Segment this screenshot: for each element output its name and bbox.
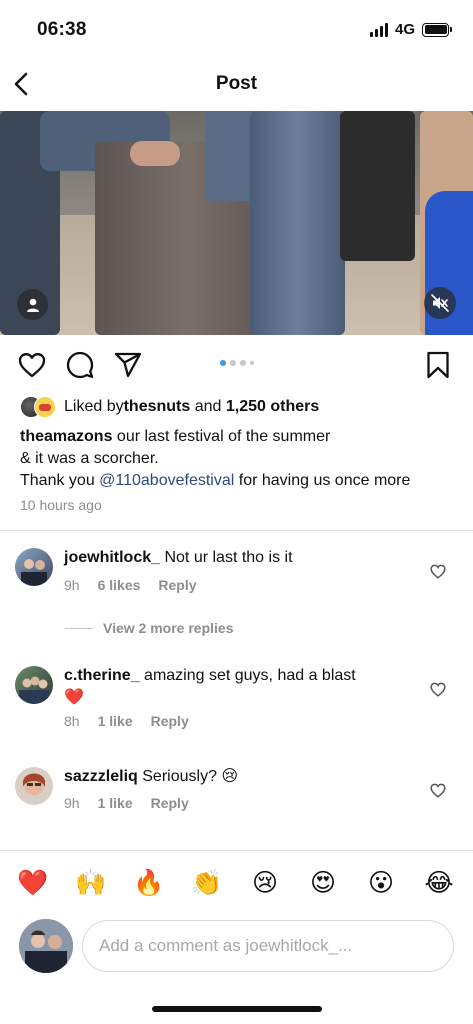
likes-user[interactable]: thesnuts bbox=[124, 398, 191, 416]
caption-line-1: our last festival of the summer bbox=[112, 428, 331, 445]
view-more-replies[interactable]: View 2 more replies bbox=[65, 620, 233, 636]
view-replies-label: View 2 more replies bbox=[103, 620, 234, 636]
comment-like-button[interactable] bbox=[428, 780, 448, 800]
paper-plane-icon bbox=[114, 352, 142, 378]
avatar[interactable] bbox=[15, 666, 53, 704]
heart-icon bbox=[430, 682, 446, 697]
comment-bubble-icon bbox=[66, 351, 94, 379]
comment-time: 9h bbox=[64, 577, 80, 593]
comment-time: 9h bbox=[64, 795, 80, 811]
emoji-heart-eyes-button[interactable]: 😍 bbox=[306, 866, 340, 900]
comment-time: 8h bbox=[64, 713, 80, 729]
header: Post bbox=[0, 62, 473, 106]
caption-author[interactable]: theamazons bbox=[20, 428, 112, 445]
home-indicator bbox=[152, 1006, 322, 1012]
heart-icon bbox=[18, 353, 46, 378]
page-title: Post bbox=[215, 73, 258, 94]
post-actions bbox=[0, 348, 473, 382]
comment-likes[interactable]: 1 like bbox=[98, 713, 133, 729]
emoji-heart-button[interactable]: ❤️ bbox=[16, 866, 50, 900]
likes-prefix: Liked by bbox=[64, 398, 124, 415]
likes-count[interactable]: 1,250 others bbox=[226, 398, 319, 416]
avatar[interactable] bbox=[15, 548, 53, 586]
comment-author[interactable]: c.therine_ bbox=[64, 667, 140, 684]
emoji-laughing-button[interactable]: 😂 bbox=[422, 866, 456, 900]
post-video[interactable] bbox=[0, 111, 473, 335]
caption-line-3-suffix: for having us once more bbox=[234, 472, 411, 489]
carousel-dot bbox=[230, 360, 236, 366]
heart-icon bbox=[430, 564, 446, 579]
comment-author[interactable]: sazzzleliq bbox=[64, 768, 138, 785]
divider bbox=[0, 530, 473, 531]
caption-line-2: & it was a scorcher. bbox=[20, 450, 159, 467]
reply-button[interactable]: Reply bbox=[151, 713, 189, 729]
speaker-muted-icon bbox=[431, 294, 449, 312]
comment-emoji: 😢 bbox=[221, 768, 239, 785]
post-caption: theamazons our last festival of the summ… bbox=[20, 426, 460, 492]
like-button[interactable] bbox=[17, 350, 47, 380]
heart-icon bbox=[430, 783, 446, 798]
emoji-fire-button[interactable]: 🔥 bbox=[132, 866, 166, 900]
comment-text: Seriously? bbox=[137, 768, 222, 785]
carousel-dot bbox=[220, 360, 226, 366]
signal-icon bbox=[369, 22, 388, 37]
mute-button[interactable] bbox=[424, 287, 456, 319]
network-type: 4G bbox=[394, 21, 415, 38]
comment-text: Not ur last tho is it bbox=[160, 549, 293, 566]
post-timestamp: 10 hours ago bbox=[20, 497, 102, 513]
emoji-raised-hands-button[interactable]: 🙌 bbox=[74, 866, 108, 900]
comment-like-button[interactable] bbox=[428, 561, 448, 581]
battery-icon bbox=[422, 22, 452, 37]
emoji-clap-button[interactable]: 👏 bbox=[190, 866, 224, 900]
liker-avatars bbox=[20, 396, 58, 418]
avatar[interactable] bbox=[15, 767, 53, 805]
comment-text: amazing set guys, had a blast bbox=[139, 667, 356, 684]
caption-line-3-prefix: Thank you bbox=[20, 472, 100, 489]
comment-composer bbox=[0, 918, 473, 974]
comment-emoji: ❤️ bbox=[64, 689, 84, 706]
save-button[interactable] bbox=[423, 350, 453, 380]
likes-middle: and bbox=[190, 398, 226, 415]
carousel-dot bbox=[240, 360, 246, 366]
carousel-dot bbox=[250, 361, 254, 365]
status-bar: 06:38 4G bbox=[0, 0, 473, 60]
comment-likes[interactable]: 1 like bbox=[98, 795, 133, 811]
caption-mention-link[interactable]: @110abovefestival bbox=[99, 472, 234, 489]
carousel-dots bbox=[220, 360, 254, 366]
bookmark-icon bbox=[427, 351, 449, 379]
user-icon bbox=[26, 298, 39, 312]
tagged-users-button[interactable] bbox=[17, 289, 48, 320]
status-time: 06:38 bbox=[37, 19, 87, 40]
avatar bbox=[19, 919, 73, 973]
share-button[interactable] bbox=[113, 350, 143, 380]
status-indicators: 4G bbox=[369, 21, 452, 38]
comment-button[interactable] bbox=[65, 350, 95, 380]
emoji-surprised-button[interactable]: 😮 bbox=[364, 866, 398, 900]
reply-button[interactable]: Reply bbox=[151, 795, 189, 811]
comment-like-button[interactable] bbox=[428, 679, 448, 699]
reply-button[interactable]: Reply bbox=[158, 577, 196, 593]
emoji-quick-bar: ❤️ 🙌 🔥 👏 😢 😍 😮 😂 bbox=[0, 866, 473, 900]
comment-author[interactable]: joewhitlock_ bbox=[64, 549, 160, 566]
comment-input[interactable] bbox=[82, 920, 454, 972]
comment-likes[interactable]: 6 likes bbox=[98, 577, 141, 593]
likes-summary[interactable]: Liked by thesnuts and 1,250 others bbox=[20, 396, 319, 418]
avatar bbox=[34, 396, 56, 418]
divider bbox=[0, 850, 473, 851]
emoji-crying-button[interactable]: 😢 bbox=[248, 866, 282, 900]
